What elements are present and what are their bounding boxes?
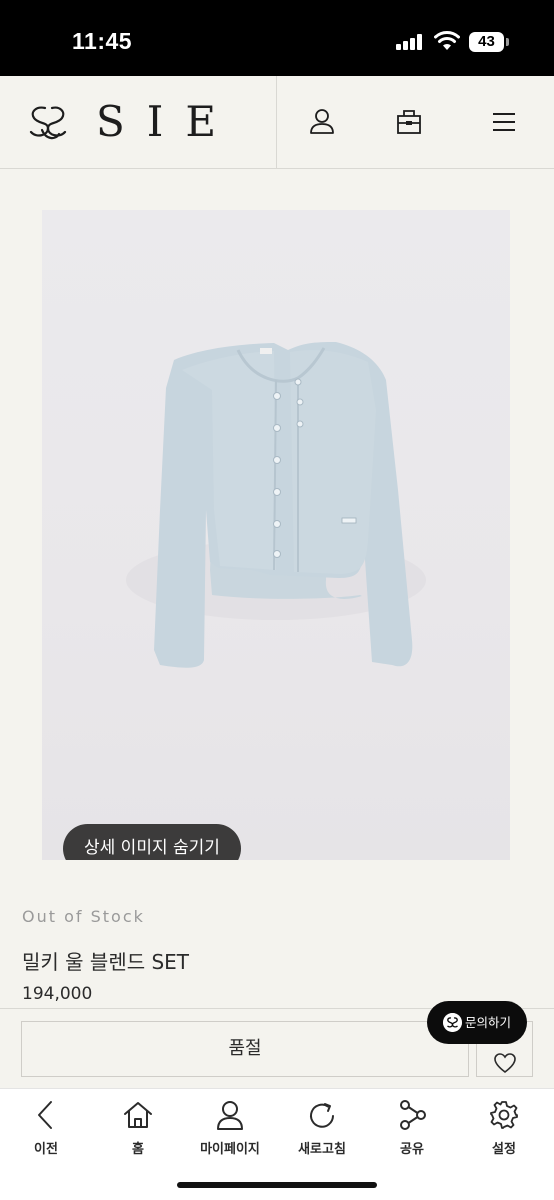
- home-indicator[interactable]: [177, 1182, 377, 1188]
- nav-back[interactable]: 이전: [0, 1099, 92, 1159]
- nav-settings-label: 설정: [492, 1142, 516, 1157]
- battery-icon: 43: [469, 32, 509, 52]
- header-divider: [276, 76, 277, 168]
- product-image[interactable]: 상세 이미지 숨기기: [42, 210, 510, 860]
- wifi-icon: [434, 31, 460, 50]
- brand-name[interactable]: SIE: [96, 98, 238, 146]
- signal-icon: [396, 34, 424, 50]
- nav-back-label: 이전: [34, 1142, 58, 1157]
- product-name: 밀키 울 블렌드 SET: [22, 950, 190, 974]
- stock-status: Out of Stock: [22, 907, 145, 926]
- inquiry-button[interactable]: 문의하기: [427, 1001, 527, 1044]
- nav-mypage[interactable]: 마이페이지: [184, 1099, 276, 1159]
- shopping-bag-icon[interactable]: [393, 106, 425, 138]
- back-arrow-icon: [38, 1101, 52, 1129]
- status-bar: 11:45 43: [0, 0, 554, 76]
- user-icon[interactable]: [306, 106, 338, 138]
- refresh-icon: [310, 1103, 334, 1128]
- soldout-button[interactable]: 품절: [21, 1021, 469, 1077]
- brand-logo-icon[interactable]: [26, 100, 70, 144]
- share-icon: [400, 1100, 426, 1130]
- product-detail: 상세 이미지 숨기기 Out of Stock 밀키 울 블렌드 SET 194…: [0, 169, 554, 1008]
- menu-icon[interactable]: [488, 106, 520, 138]
- nav-home-label: 홈: [132, 1142, 144, 1157]
- nav-refresh[interactable]: 새로고침: [276, 1099, 368, 1159]
- heart-icon: [494, 1053, 516, 1074]
- site-header: SIE: [0, 76, 554, 169]
- battery-level: 43: [469, 32, 504, 52]
- cardigan-set-photo: [126, 342, 426, 668]
- nav-settings[interactable]: 설정: [458, 1099, 550, 1159]
- nav-refresh-label: 새로고침: [298, 1142, 346, 1157]
- brand-logo-icon: [443, 1013, 462, 1032]
- inquiry-label: 문의하기: [465, 1015, 512, 1030]
- gear-icon: [490, 1101, 518, 1129]
- nav-mypage-label: 마이페이지: [200, 1142, 260, 1157]
- home-icon: [124, 1102, 152, 1128]
- hide-detail-images-button[interactable]: 상세 이미지 숨기기: [63, 824, 241, 860]
- product-price: 194,000: [22, 984, 93, 1004]
- user-icon: [217, 1101, 243, 1130]
- nav-share-label: 공유: [400, 1142, 424, 1157]
- nav-home[interactable]: 홈: [92, 1099, 184, 1159]
- status-time: 11:45: [72, 28, 133, 54]
- nav-share[interactable]: 공유: [366, 1099, 458, 1159]
